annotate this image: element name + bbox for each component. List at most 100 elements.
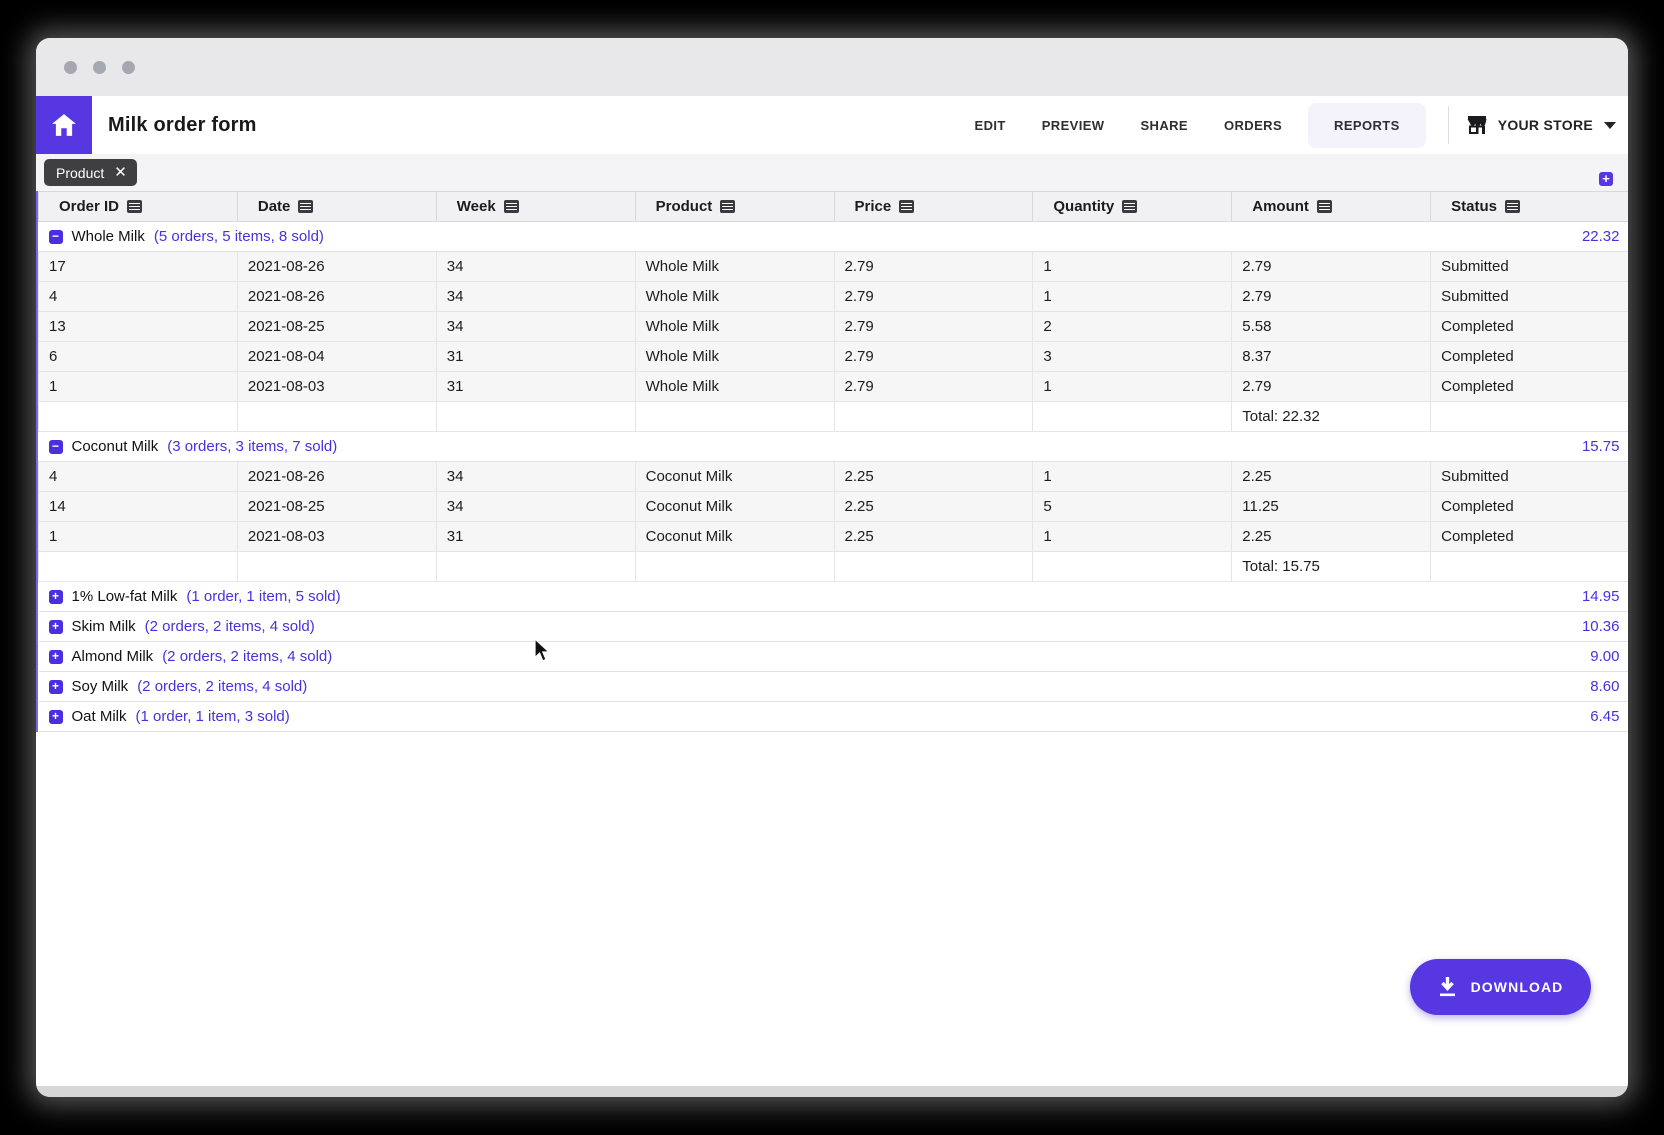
nav-item-edit[interactable]: EDIT [975, 118, 1006, 133]
column-label: Product [656, 198, 713, 215]
nav-item-orders[interactable]: ORDERS [1224, 118, 1282, 133]
nav-item-reports[interactable]: REPORTS [1308, 103, 1426, 148]
column-menu-icon[interactable] [1122, 200, 1137, 213]
column-label: Order ID [59, 198, 119, 215]
table-cell: 1 [39, 522, 238, 552]
group-summary: (2 orders, 2 items, 4 sold) [145, 618, 315, 635]
table-cell: 1 [1033, 252, 1232, 282]
column-menu-icon[interactable] [899, 200, 914, 213]
column-header-quantity[interactable]: Quantity [1033, 192, 1232, 222]
empty-cell [237, 402, 436, 432]
table-cell: 34 [436, 462, 635, 492]
window-close-button[interactable] [64, 61, 77, 74]
table-cell: 2021-08-25 [237, 492, 436, 522]
table-cell: 2.79 [834, 252, 1033, 282]
expand-group-icon[interactable]: + [49, 680, 63, 694]
empty-cell [834, 402, 1033, 432]
column-header-date[interactable]: Date [237, 192, 436, 222]
group-total-row: Total: 15.75 [39, 552, 1629, 582]
group-row-whole-milk[interactable]: −Whole Milk(5 orders, 5 items, 8 sold)22… [39, 222, 1629, 252]
table-row: 42021-08-2634Coconut Milk2.2512.25Submit… [39, 462, 1629, 492]
table-cell: Whole Milk [635, 342, 834, 372]
expand-group-icon[interactable]: + [49, 650, 63, 664]
nav-item-preview[interactable]: PREVIEW [1042, 118, 1105, 133]
table-cell: 3 [1033, 342, 1232, 372]
group-sum: 10.36 [1431, 612, 1628, 642]
column-label: Price [855, 198, 892, 215]
window-zoom-button[interactable] [122, 61, 135, 74]
report-table-wrap: Order ID DateWeek Product Price QuantityAmou… [36, 191, 1628, 732]
table-cell: 1 [1033, 522, 1232, 552]
column-header-order-id[interactable]: Order ID [39, 192, 238, 222]
group-total-row: Total: 22.32 [39, 402, 1629, 432]
table-cell: 14 [39, 492, 238, 522]
table-cell: Completed [1431, 522, 1628, 552]
window-minimize-button[interactable] [93, 61, 106, 74]
table-cell: 1 [1033, 282, 1232, 312]
expand-group-icon[interactable]: + [49, 620, 63, 634]
group-row-oat-milk[interactable]: +Oat Milk(1 order, 1 item, 3 sold)6.45 [39, 702, 1629, 732]
table-cell: 2.79 [1232, 252, 1431, 282]
report-table: Order ID DateWeek Product Price QuantityAmou… [38, 191, 1628, 732]
column-menu-icon[interactable] [720, 200, 735, 213]
page-title: Milk order form [108, 96, 257, 154]
column-header-product[interactable]: Product [635, 192, 834, 222]
group-row-almond-milk[interactable]: +Almond Milk(2 orders, 2 items, 4 sold)9… [39, 642, 1629, 672]
group-summary: (2 orders, 2 items, 4 sold) [162, 648, 332, 665]
table-cell: 31 [436, 522, 635, 552]
table-cell: Completed [1431, 492, 1628, 522]
column-header-status[interactable]: Status [1431, 192, 1628, 222]
expand-group-icon[interactable]: + [49, 590, 63, 604]
table-row: 12021-08-0331Whole Milk2.7912.79Complete… [39, 372, 1629, 402]
column-label: Status [1451, 198, 1497, 215]
home-button[interactable] [36, 96, 92, 154]
column-menu-icon[interactable] [504, 200, 519, 213]
column-header-amount[interactable]: Amount [1232, 192, 1431, 222]
table-cell: 2.79 [834, 342, 1033, 372]
collapse-group-icon[interactable]: − [49, 440, 63, 454]
top-nav: EDIT PREVIEW SHARE ORDERS REPORTS YOUR STORE [957, 96, 1617, 154]
table-cell: 34 [436, 492, 635, 522]
table-cell: 34 [436, 252, 635, 282]
group-total-label: Total: 15.75 [1232, 552, 1431, 582]
group-sum: 15.75 [1431, 432, 1628, 462]
app-window: Milk order form EDIT PREVIEW SHARE ORDERS RE… [36, 38, 1628, 1097]
group-row-coconut-milk[interactable]: −Coconut Milk(3 orders, 3 items, 7 sold)… [39, 432, 1629, 462]
group-row-soy-milk[interactable]: +Soy Milk(2 orders, 2 items, 4 sold)8.60 [39, 672, 1629, 702]
table-cell: 5.58 [1232, 312, 1431, 342]
group-row-skim-milk[interactable]: +Skim Milk(2 orders, 2 items, 4 sold)10.… [39, 612, 1629, 642]
window-controls [64, 61, 135, 74]
column-header-price[interactable]: Price [834, 192, 1033, 222]
table-cell: Whole Milk [635, 372, 834, 402]
table-cell: 2.79 [834, 312, 1033, 342]
table-cell: 2021-08-26 [237, 282, 436, 312]
add-filter-button[interactable]: + [1599, 172, 1613, 186]
table-cell: 2.79 [1232, 282, 1431, 312]
filter-bar: Product ✕ + [36, 154, 1628, 192]
download-label: DOWNLOAD [1471, 979, 1564, 995]
table-row: 132021-08-2534Whole Milk2.7925.58Complet… [39, 312, 1629, 342]
column-menu-icon[interactable] [1505, 200, 1520, 213]
table-cell: 34 [436, 312, 635, 342]
download-button[interactable]: DOWNLOAD [1410, 959, 1591, 1015]
group-row-1-low-fat-milk[interactable]: +1% Low-fat Milk(1 order, 1 item, 5 sold… [39, 582, 1629, 612]
expand-group-icon[interactable]: + [49, 710, 63, 724]
column-header-week[interactable]: Week [436, 192, 635, 222]
group-sum: 8.60 [1431, 672, 1628, 702]
table-cell: Submitted [1431, 462, 1628, 492]
table-cell: Submitted [1431, 252, 1628, 282]
column-menu-icon[interactable] [1317, 200, 1332, 213]
column-menu-icon[interactable] [298, 200, 313, 213]
table-cell: 11.25 [1232, 492, 1431, 522]
group-sum: 14.95 [1431, 582, 1628, 612]
collapse-group-icon[interactable]: − [49, 230, 63, 244]
store-menu-button[interactable]: YOUR STORE [1465, 113, 1616, 137]
table-cell: 6 [39, 342, 238, 372]
column-menu-icon[interactable] [127, 200, 142, 213]
empty-cell [237, 552, 436, 582]
filter-chip-product[interactable]: Product ✕ [44, 159, 137, 186]
remove-filter-icon[interactable]: ✕ [114, 165, 127, 180]
table-cell: 31 [436, 372, 635, 402]
nav-item-share[interactable]: SHARE [1140, 118, 1188, 133]
group-summary: (3 orders, 3 items, 7 sold) [167, 438, 337, 455]
